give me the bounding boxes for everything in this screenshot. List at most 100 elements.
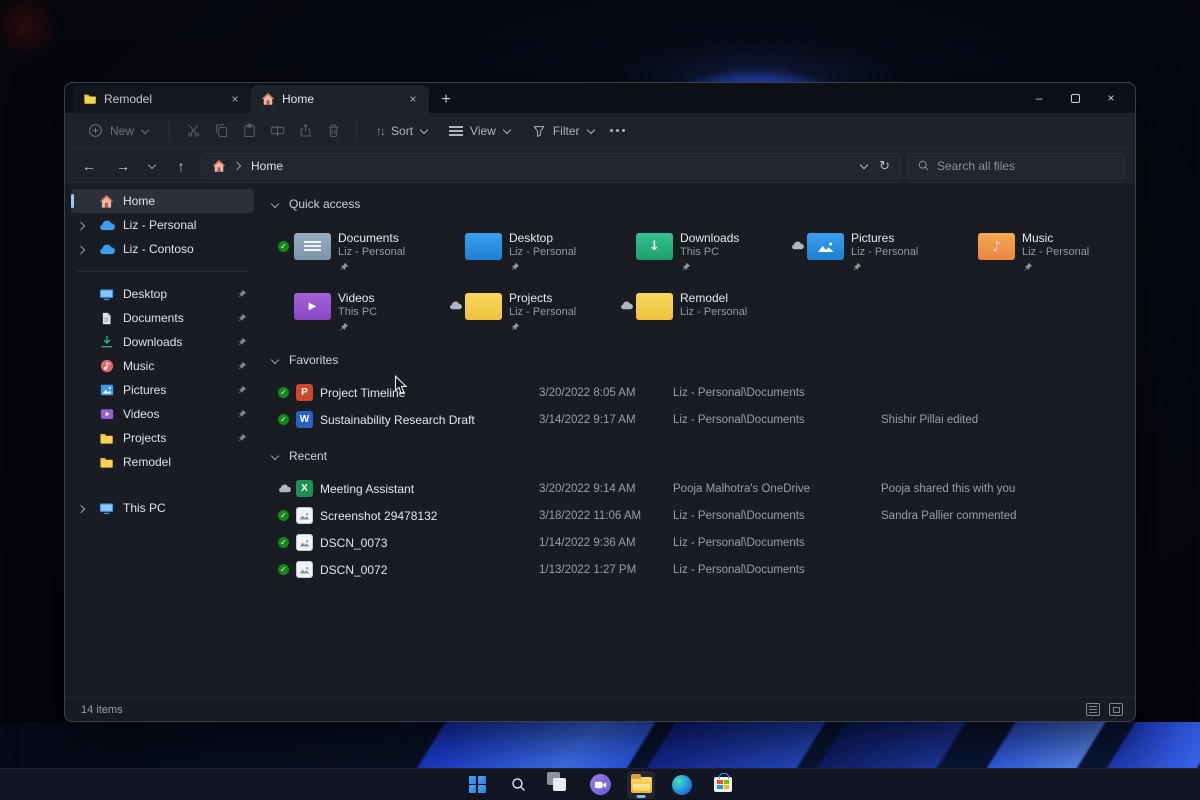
sidebar-item-label: Music	[123, 359, 154, 373]
tile-videos[interactable]: ▶ Videos This PC	[278, 285, 449, 337]
desktop: Remodel × Home × + – × New	[0, 0, 1200, 800]
edge-button[interactable]	[668, 771, 696, 799]
start-button[interactable]	[463, 771, 491, 799]
sidebar-item-remodel[interactable]: Remodel	[71, 450, 254, 474]
large-icons-view-button[interactable]	[1109, 703, 1123, 716]
chevron-down-icon[interactable]	[860, 161, 869, 170]
breadcrumb-segment-home[interactable]: Home	[251, 159, 283, 173]
file-explorer-icon	[631, 777, 652, 793]
file-row-project-timeline[interactable]: ✓ P Project Timeline 3/20/2022 8:05 AM L…	[278, 379, 1129, 406]
document-icon	[98, 312, 115, 325]
excel-icon: X	[296, 480, 313, 497]
sidebar-item-music[interactable]: Music	[71, 354, 254, 378]
sidebar-item-pictures[interactable]: Pictures	[71, 378, 254, 402]
breadcrumb[interactable]: Home ↻	[201, 153, 901, 179]
file-location: Liz - Personal\Documents	[673, 414, 881, 426]
tile-projects[interactable]: Projects Liz - Personal	[449, 285, 620, 337]
sidebar-item-desktop[interactable]: Desktop	[71, 282, 254, 306]
tile-remodel[interactable]: Remodel Liz - Personal	[620, 285, 791, 337]
file-row-dscn-0072[interactable]: ✓ DSCN_0072 1/13/2022 1:27 PM Liz - Pers…	[278, 556, 1129, 583]
close-tab-icon[interactable]: ×	[405, 91, 421, 107]
file-row-screenshot-29478132[interactable]: ✓ Screenshot 29478132 3/18/2022 11:06 AM…	[278, 502, 1129, 529]
tab-remodel[interactable]: Remodel ×	[73, 85, 251, 113]
synced-badge-icon: ✓	[278, 387, 289, 398]
sidebar-item-liz-contoso[interactable]: Liz - Contoso	[71, 237, 254, 261]
file-name: Meeting Assistant	[320, 482, 539, 496]
maximize-icon	[1071, 94, 1080, 103]
chevron-right-icon[interactable]	[78, 245, 87, 254]
chevron-down-icon	[503, 126, 512, 135]
search-input[interactable]	[937, 159, 1115, 173]
new-tab-button[interactable]: +	[433, 87, 459, 113]
section-header-favorites[interactable]: Favorites	[271, 351, 1129, 369]
tile-desktop[interactable]: Desktop Liz - Personal	[449, 225, 620, 277]
tile-pictures[interactable]: Pictures Liz - Personal	[791, 225, 962, 277]
paste-button[interactable]	[236, 117, 262, 145]
powerpoint-icon: P	[296, 384, 313, 401]
cut-button[interactable]	[180, 117, 206, 145]
sidebar-item-home[interactable]: Home	[71, 189, 254, 213]
cloud-badge-icon	[791, 241, 804, 250]
recent-locations-button[interactable]	[143, 153, 161, 179]
edge-icon	[672, 775, 692, 795]
teams-chat-button[interactable]	[586, 771, 614, 799]
new-button[interactable]: New	[79, 117, 159, 145]
forward-button[interactable]: →	[109, 153, 137, 179]
back-button[interactable]: ←	[75, 153, 103, 179]
address-bar: ← → ↑ Home ↻	[65, 149, 1135, 183]
sidebar-item-projects[interactable]: Projects	[71, 426, 254, 450]
tab-home[interactable]: Home ×	[251, 85, 429, 113]
rename-button[interactable]	[264, 117, 290, 145]
synced-badge-icon: ✓	[278, 564, 289, 575]
sidebar-item-label: Downloads	[123, 335, 182, 349]
see-more-button[interactable]	[607, 117, 628, 145]
image-file-icon	[296, 561, 313, 578]
close-tab-icon[interactable]: ×	[227, 91, 243, 107]
tile-downloads[interactable]: ↓ Downloads This PC	[620, 225, 791, 277]
minimize-button[interactable]: –	[1021, 84, 1057, 112]
refresh-icon[interactable]: ↻	[879, 158, 890, 174]
file-row-meeting-assistant[interactable]: X Meeting Assistant 3/20/2022 9:14 AM Po…	[278, 475, 1129, 502]
file-explorer-button[interactable]	[627, 771, 655, 799]
search-box[interactable]	[907, 153, 1125, 179]
close-button[interactable]: ×	[1093, 84, 1129, 112]
sidebar-item-downloads[interactable]: Downloads	[71, 330, 254, 354]
windows-logo-icon	[469, 776, 486, 793]
tile-name: Pictures	[851, 231, 918, 245]
image-file-icon	[296, 534, 313, 551]
task-view-button[interactable]	[545, 771, 573, 799]
section-header-quick-access[interactable]: Quick access	[271, 195, 1129, 213]
tile-name: Remodel	[680, 291, 747, 305]
file-row-dscn-0073[interactable]: ✓ DSCN_0073 1/14/2022 9:36 AM Liz - Pers…	[278, 529, 1129, 556]
section-header-recent[interactable]: Recent	[271, 447, 1129, 465]
navigation-pane: Home Liz - Personal Liz - Contoso Deskto…	[65, 183, 259, 697]
sidebar-item-liz-personal[interactable]: Liz - Personal	[71, 213, 254, 237]
details-view-button[interactable]	[1086, 703, 1100, 716]
sort-button[interactable]: ↑↓ Sort	[367, 117, 438, 145]
chevron-right-icon[interactable]	[78, 504, 87, 513]
copy-button[interactable]	[208, 117, 234, 145]
up-button[interactable]: ↑	[167, 153, 195, 179]
sidebar-item-label: Desktop	[123, 287, 167, 301]
share-button[interactable]	[292, 117, 318, 145]
file-name: DSCN_0073	[320, 536, 539, 550]
filter-button[interactable]: Filter	[523, 117, 605, 145]
delete-button[interactable]	[320, 117, 346, 145]
sidebar-item-videos[interactable]: Videos	[71, 402, 254, 426]
wallpaper-ribbons	[0, 722, 1200, 768]
view-button[interactable]: View	[440, 117, 521, 145]
remodel-folder-icon	[636, 293, 673, 320]
microsoft-store-button[interactable]	[709, 771, 737, 799]
file-row-sustainability-research-draft[interactable]: ✓ W Sustainability Research Draft 3/14/2…	[278, 406, 1129, 433]
taskbar-search-button[interactable]	[504, 771, 532, 799]
sidebar-item-documents[interactable]: Documents	[71, 306, 254, 330]
tile-documents[interactable]: ✓ Documents Liz - Personal	[278, 225, 449, 277]
large-icons-view-icon	[1113, 707, 1120, 713]
cloud-badge-icon	[620, 301, 633, 310]
tile-location: Liz - Personal	[1022, 245, 1089, 259]
chevron-right-icon[interactable]	[78, 221, 87, 230]
sidebar-item-this-pc[interactable]: This PC	[71, 496, 254, 520]
tile-music[interactable]: ♪ Music Liz - Personal	[962, 225, 1133, 277]
maximize-button[interactable]	[1057, 84, 1093, 112]
file-name: Project Timeline	[320, 386, 539, 400]
